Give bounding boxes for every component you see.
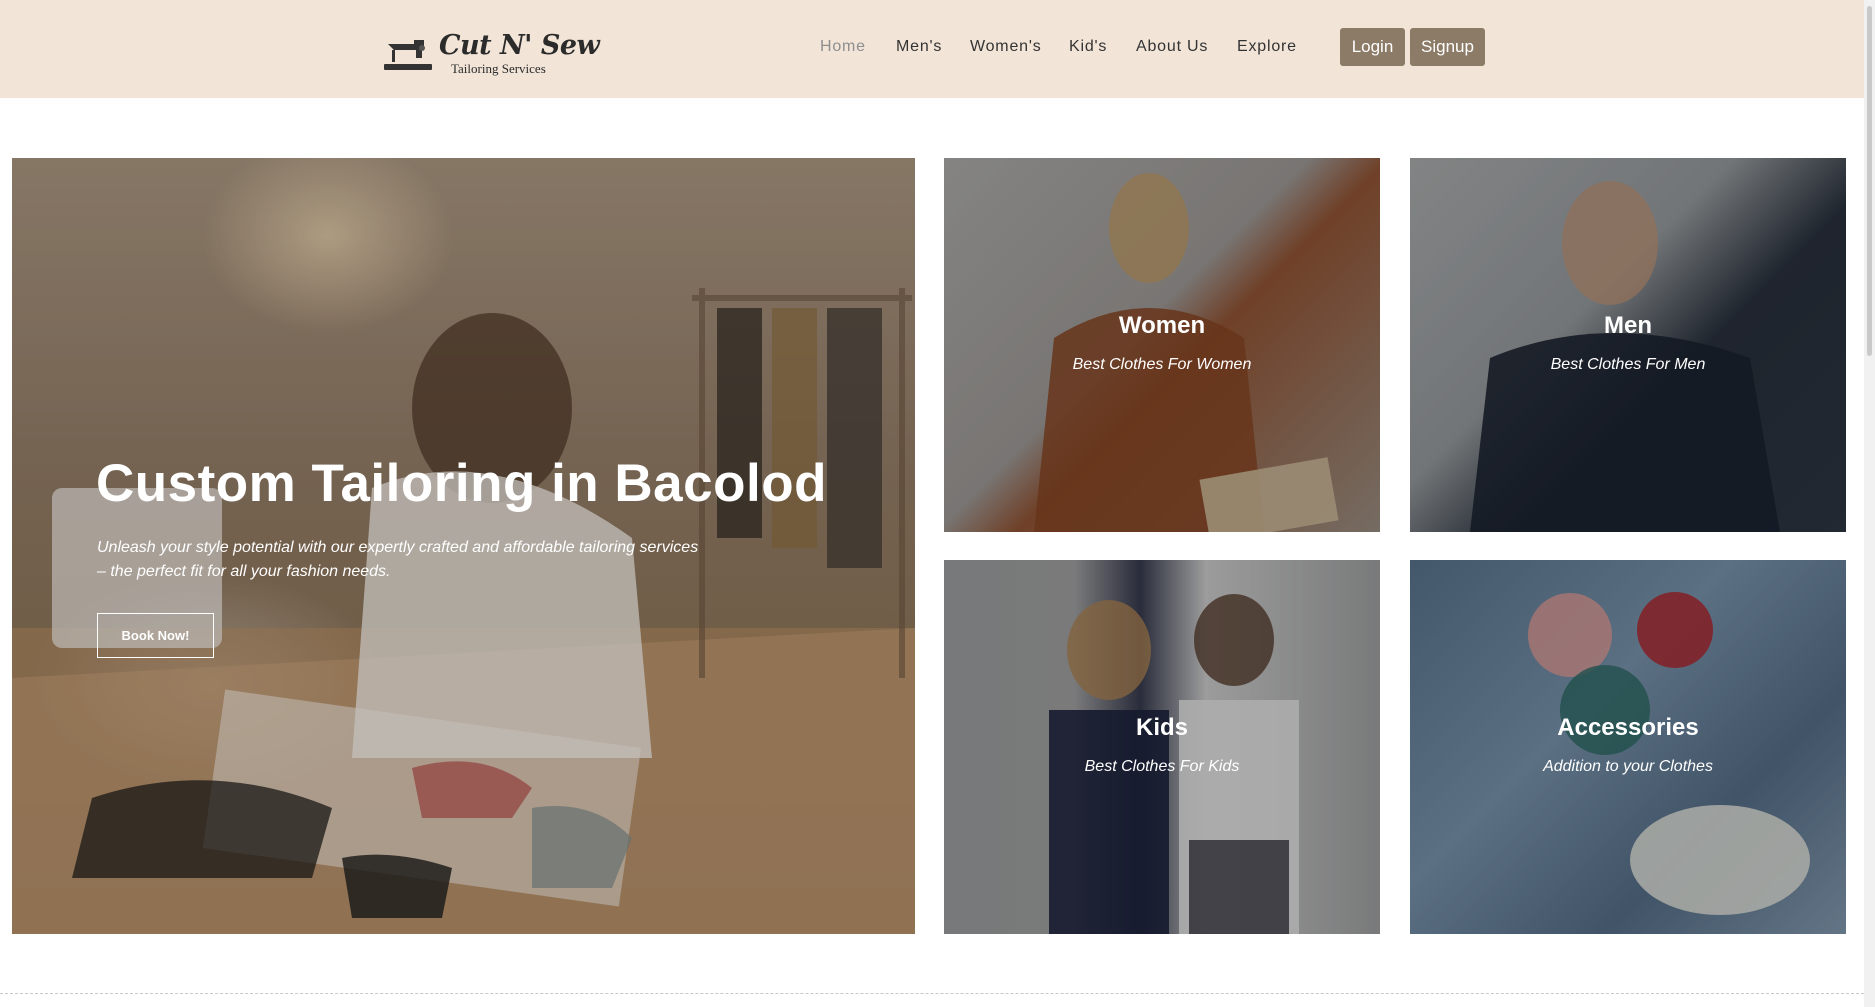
hero-subtitle: Unleash your style potential with our ex…: [97, 539, 699, 580]
tile-subtitle: Best Clothes For Men: [1550, 356, 1706, 373]
nav-about-us[interactable]: About Us: [1136, 38, 1208, 56]
site-header: Cut N' Sew Tailoring Services Home Men's…: [0, 0, 1864, 98]
tile-title: Men: [1604, 312, 1652, 339]
book-now-button[interactable]: Book Now!: [97, 613, 214, 658]
tile-subtitle: Addition to your Clothes: [1543, 758, 1713, 775]
nav-womens[interactable]: Women's: [970, 38, 1042, 56]
nav-explore[interactable]: Explore: [1237, 38, 1297, 56]
section-divider: [0, 993, 1864, 994]
hero-banner: Custom Tailoring in Bacolod Unleash your…: [12, 158, 915, 934]
tile-title: Women: [1118, 312, 1206, 339]
tile-overlay: [1410, 560, 1846, 934]
tile-subtitle: Best Clothes For Women: [1072, 356, 1252, 373]
category-tile-women[interactable]: Women Best Clothes For Women: [944, 158, 1380, 532]
nav-home[interactable]: Home: [820, 38, 866, 56]
category-tile-men[interactable]: Men Best Clothes For Men: [1410, 158, 1846, 532]
site-logo[interactable]: Cut N' Sew Tailoring Services: [382, 30, 600, 78]
tile-subtitle: Best Clothes For Kids: [1084, 758, 1240, 775]
nav-mens[interactable]: Men's: [896, 38, 942, 56]
signup-button[interactable]: Signup: [1410, 28, 1485, 66]
login-button[interactable]: Login: [1340, 28, 1405, 66]
category-tile-kids[interactable]: Kids Best Clothes For Kids: [944, 560, 1380, 934]
hero-title: Custom Tailoring in Bacolod: [96, 454, 827, 513]
logo-title: Cut N' Sew: [439, 30, 600, 61]
tile-overlay: [944, 158, 1380, 532]
sewing-machine-icon: [384, 40, 432, 70]
category-tile-accessories[interactable]: Accessories Addition to your Clothes: [1410, 560, 1846, 934]
scroll-thumb[interactable]: [1867, 6, 1872, 356]
tile-overlay: [944, 560, 1380, 934]
tile-title: Kids: [1135, 714, 1188, 741]
tile-title: Accessories: [1557, 714, 1699, 741]
logo-subtitle: Tailoring Services: [451, 61, 546, 76]
page-scrollbar[interactable]: [1864, 0, 1875, 1007]
nav-kids[interactable]: Kid's: [1069, 38, 1107, 56]
tile-overlay: [1410, 158, 1846, 532]
